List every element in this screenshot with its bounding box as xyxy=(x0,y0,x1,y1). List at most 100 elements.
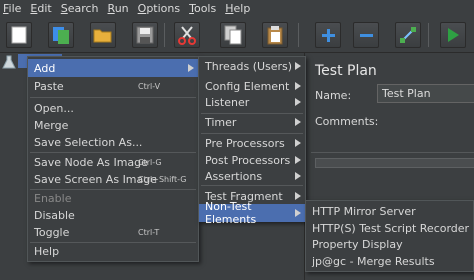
menu-separator xyxy=(201,185,303,186)
menu-item-label: HTTP Mirror Server xyxy=(312,204,416,218)
menu-item-open[interactable]: Open... xyxy=(28,99,198,117)
comments-label: Comments: xyxy=(315,115,379,128)
menu-bar: File Edit Search Run Options Tools Help xyxy=(0,0,474,17)
copy-button[interactable] xyxy=(220,22,246,48)
menu-item-label: Assertions xyxy=(205,169,263,183)
menu-item-label: Help xyxy=(34,244,60,258)
menu-item-save-selection-as[interactable]: Save Selection As... xyxy=(28,133,198,151)
menu-options[interactable]: Options xyxy=(138,2,180,15)
menu-item-toggle[interactable]: Toggle Ctrl-T xyxy=(28,223,198,241)
start-button[interactable] xyxy=(440,22,466,48)
menu-item-label: Save Selection As... xyxy=(34,135,143,149)
submenu-item-listener[interactable]: Listener xyxy=(199,93,305,111)
run-icon xyxy=(448,28,459,42)
menu-item-label: Post Processors xyxy=(205,153,291,167)
context-menu: Add Paste Ctrl-V Open... Merge Save Sele… xyxy=(27,56,199,262)
menu-item-label: Threads (Users) xyxy=(205,59,293,73)
submenu-item-threads[interactable]: Threads (Users) xyxy=(199,57,305,75)
submenu-item-timer[interactable]: Timer xyxy=(199,113,305,131)
panel-title: Test Plan xyxy=(315,63,377,79)
test-plan-flask-icon[interactable] xyxy=(2,55,16,69)
menu-item-label: Add xyxy=(34,61,56,75)
submenu-arrow-icon xyxy=(295,209,301,217)
menu-item-label: Merge xyxy=(34,118,69,132)
menu-item-property-display[interactable]: Property Display xyxy=(306,235,473,253)
expand-plus-icon xyxy=(322,29,335,42)
toolbar-separator xyxy=(298,23,299,47)
templates-icon xyxy=(53,27,69,44)
shortcut-label: Ctrl+Shift-G xyxy=(138,174,187,184)
submenu-arrow-icon xyxy=(295,118,301,126)
add-submenu: Threads (Users) Config Element Listener … xyxy=(198,56,306,226)
toolbar-separator xyxy=(428,23,429,47)
collapse-minus-icon xyxy=(360,34,373,37)
submenu-arrow-icon xyxy=(188,64,194,72)
submenu-item-non-test-elements[interactable]: Non-Test Elements xyxy=(199,200,305,226)
shortcut-label: Ctrl-G xyxy=(138,157,162,167)
panel-divider xyxy=(311,152,474,153)
toggle-icon xyxy=(400,27,416,43)
submenu-arrow-icon xyxy=(295,139,301,147)
menu-item-enable: Enable xyxy=(28,189,198,207)
menu-item-label: Listener xyxy=(205,95,250,109)
menu-item-http-mirror-server[interactable]: HTTP Mirror Server xyxy=(306,202,473,220)
cut-button[interactable] xyxy=(174,22,200,48)
menu-separator xyxy=(30,97,196,98)
menu-file[interactable]: File xyxy=(3,2,21,15)
menu-item-merge[interactable]: Merge xyxy=(28,116,198,134)
toolbar-separator xyxy=(164,23,165,47)
menu-item-label: Save Node As Image xyxy=(34,155,148,169)
menu-item-label: jp@gc - Merge Results xyxy=(312,254,435,268)
menu-item-label: Config Element xyxy=(205,79,290,93)
menu-item-label: Toggle xyxy=(34,225,70,239)
save-button[interactable] xyxy=(132,22,158,48)
menu-item-save-screen-as-image[interactable]: Save Screen As Image Ctrl+Shift-G xyxy=(28,170,198,188)
menu-item-label: Enable xyxy=(34,191,72,205)
menu-item-disable[interactable]: Disable xyxy=(28,206,198,224)
menu-item-label: Pre Processors xyxy=(205,136,285,150)
name-field[interactable] xyxy=(377,84,474,103)
templates-button[interactable] xyxy=(48,22,74,48)
menu-item-label: Disable xyxy=(34,208,75,222)
save-icon xyxy=(136,26,154,44)
menu-run[interactable]: Run xyxy=(108,2,129,15)
shortcut-label: Ctrl-V xyxy=(138,81,161,91)
submenu-item-assertions[interactable]: Assertions xyxy=(199,167,305,185)
menu-item-label: Open... xyxy=(34,101,74,115)
name-label: Name: xyxy=(315,89,352,102)
menu-item-merge-results[interactable]: jp@gc - Merge Results xyxy=(306,252,473,270)
copy-icon xyxy=(224,25,242,45)
menu-edit[interactable]: Edit xyxy=(30,2,51,15)
new-file-icon xyxy=(11,26,27,44)
new-button[interactable] xyxy=(6,22,32,48)
paste-button[interactable] xyxy=(262,22,288,48)
submenu-arrow-icon xyxy=(295,82,301,90)
non-test-elements-submenu: HTTP Mirror Server HTTP(S) Test Script R… xyxy=(305,200,474,272)
menu-item-paste[interactable]: Paste Ctrl-V xyxy=(28,77,198,95)
toggle-button[interactable] xyxy=(395,22,421,48)
menu-item-label: Non-Test Elements xyxy=(205,200,257,226)
submenu-item-pre-processors[interactable]: Pre Processors xyxy=(199,134,305,152)
toolbar xyxy=(0,17,474,53)
menu-item-label: Timer xyxy=(205,115,237,129)
expand-all-button[interactable] xyxy=(315,22,341,48)
menu-item-help[interactable]: Help xyxy=(28,242,198,260)
submenu-arrow-icon xyxy=(295,98,301,106)
submenu-arrow-icon xyxy=(295,192,301,200)
panel-scrollbar[interactable] xyxy=(315,158,474,168)
collapse-all-button[interactable] xyxy=(353,22,379,48)
menu-item-save-node-as-image[interactable]: Save Node As Image Ctrl-G xyxy=(28,153,198,171)
menu-item-label: Property Display xyxy=(312,237,403,251)
menu-tools[interactable]: Tools xyxy=(189,2,216,15)
menu-item-add[interactable]: Add xyxy=(28,59,198,77)
cut-icon xyxy=(178,26,196,45)
open-folder-icon xyxy=(93,29,112,43)
menu-item-label: Paste xyxy=(34,79,64,93)
menu-search[interactable]: Search xyxy=(61,2,99,15)
menu-item-label: HTTP(S) Test Script Recorder xyxy=(312,221,470,235)
open-button[interactable] xyxy=(90,22,116,48)
menu-help[interactable]: Help xyxy=(225,2,250,15)
submenu-arrow-icon xyxy=(295,62,301,70)
paste-icon xyxy=(267,26,283,45)
submenu-arrow-icon xyxy=(295,156,301,164)
